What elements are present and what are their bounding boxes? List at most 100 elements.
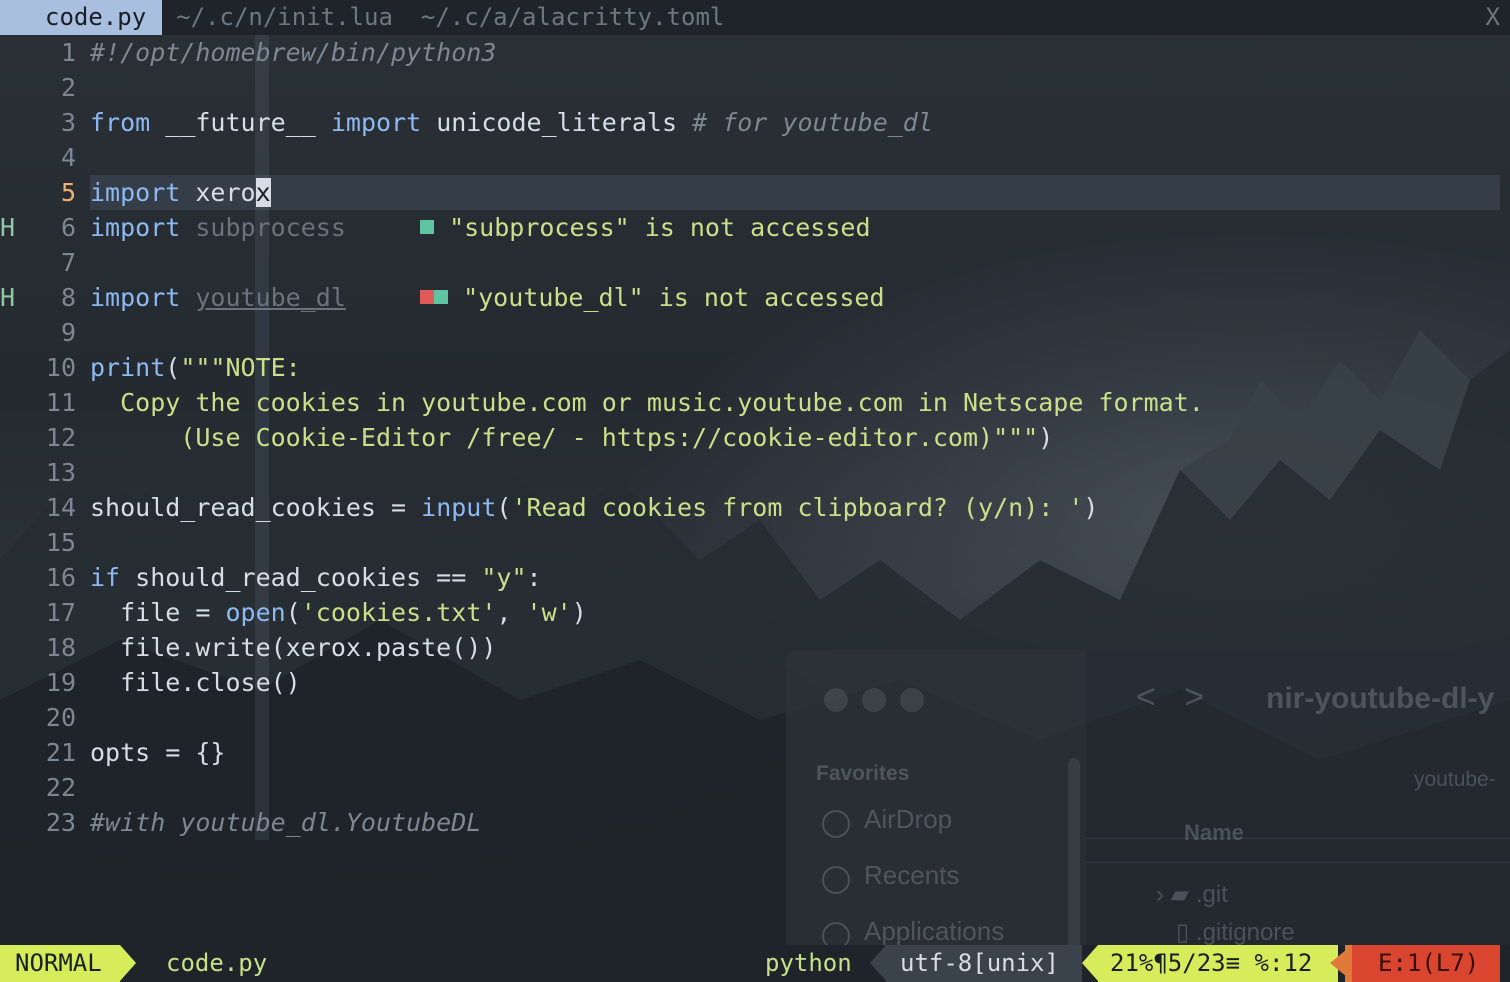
diagnostic-message: "youtube_dl" is not accessed <box>463 283 885 312</box>
code-line[interactable]: 23 #with youtube_dl.YoutubeDL <box>0 805 1510 840</box>
code-text: opts = {} <box>90 735 225 770</box>
code-line[interactable]: 20 <box>0 700 1510 735</box>
code-token: 'Read cookies from clipboard? (y/n): ' <box>511 493 1084 522</box>
code-text: (Use Cookie-Editor /free/ - https://cook… <box>90 420 1053 455</box>
code-text: import xerox <box>90 175 271 210</box>
line-number: 3 <box>60 108 76 137</box>
tabline: code.py ~/.c/n/init.lua ~/.c/a/alacritty… <box>0 0 1510 35</box>
mode-separator <box>120 945 136 981</box>
code-text: from __future__ import unicode_literals … <box>90 105 933 140</box>
code-token: ( <box>285 598 301 627</box>
code-text: import subprocess <box>90 210 346 245</box>
code-line[interactable]: 13 <box>0 455 1510 490</box>
position-separator <box>1082 945 1098 981</box>
line-number: 8 <box>60 283 76 312</box>
code-token: file.close() <box>90 668 301 697</box>
code-token: ) <box>1083 493 1099 522</box>
code-token: ) <box>571 598 587 627</box>
code-line[interactable]: 21 opts = {} <box>0 735 1510 770</box>
code-line[interactable]: 7 <box>0 245 1510 280</box>
code-token: opts = {} <box>90 738 226 767</box>
line-number: 20 <box>45 703 76 732</box>
code-token: import <box>90 178 181 207</box>
code-line[interactable]: 4 <box>0 140 1510 175</box>
status-filename: code.py <box>166 949 268 977</box>
diagnostic-message: "subprocess" is not accessed <box>449 213 871 242</box>
code-token: ( <box>496 493 512 522</box>
code-token: unicode_literals <box>421 108 693 137</box>
line-number: 23 <box>45 808 76 837</box>
tab-code-py[interactable]: code.py <box>0 0 163 35</box>
code-text: if should_read_cookies == "y": <box>90 560 542 595</box>
code-token: #with youtube_dl.YoutubeDL <box>90 808 482 837</box>
code-line[interactable]: 22 <box>0 770 1510 805</box>
code-token: 'w' <box>526 598 572 627</box>
code-token: (Use Cookie-Editor /free/ - https://cook… <box>90 423 1039 452</box>
code-text: Copy the cookies in youtube.com or music… <box>90 385 1204 420</box>
code-token: import <box>90 283 181 312</box>
code-token: # for youtube_dl <box>692 108 933 137</box>
line-number: 10 <box>45 353 76 382</box>
line-number: 22 <box>45 773 76 802</box>
code-token: #!/opt/homebrew/bin/python3 <box>90 38 497 67</box>
code-line[interactable]: 12 (Use Cookie-Editor /free/ - https://c… <box>0 420 1510 455</box>
code-line[interactable]: 5 import xerox <box>0 175 1510 210</box>
code-token: """NOTE: <box>180 353 301 382</box>
tab-alacritty-toml[interactable]: ~/.c/a/alacritty.toml <box>407 0 738 35</box>
code-token: "y" <box>481 563 527 592</box>
code-line[interactable]: 14 should_read_cookies = input('Read cook… <box>0 490 1510 525</box>
diagnostic-marker-icon <box>434 290 448 304</box>
code-text: #!/opt/homebrew/bin/python3 <box>90 35 496 70</box>
code-token: ) <box>1038 423 1054 452</box>
code-line[interactable]: H 8 import youtube_dl "youtube_dl" is not … <box>0 280 1510 315</box>
code-text: file.write(xerox.paste()) <box>90 630 496 665</box>
close-tab-button[interactable]: X <box>1486 0 1500 35</box>
code-line[interactable]: 9 <box>0 315 1510 350</box>
code-line[interactable]: 3 from __future__ import unicode_literals… <box>0 105 1510 140</box>
code-token: __future__ <box>150 108 331 137</box>
sign-column: H <box>0 283 16 312</box>
code-line[interactable]: 2 <box>0 70 1510 105</box>
code-text: import youtube_dl <box>90 280 346 315</box>
code-token: file = <box>90 598 226 627</box>
line-number: 1 <box>60 38 76 67</box>
line-number: 11 <box>45 388 76 417</box>
code-text: file.close() <box>90 665 301 700</box>
line-number: 16 <box>45 563 76 592</box>
editor-pane[interactable]: 1 #!/opt/homebrew/bin/python3 2 3 from __fut… <box>0 35 1510 945</box>
tab-init-lua[interactable]: ~/.c/n/init.lua <box>162 0 407 35</box>
code-line[interactable]: 15 <box>0 525 1510 560</box>
line-number: 12 <box>45 423 76 452</box>
mode-indicator: NORMAL <box>0 945 120 982</box>
code-text: file = open('cookies.txt', 'w') <box>90 595 587 630</box>
code-token: from <box>90 108 151 137</box>
line-number: 9 <box>60 318 76 347</box>
code-line[interactable]: 16 if should_read_cookies == "y": <box>0 560 1510 595</box>
code-line[interactable]: 17 file = open('cookies.txt', 'w') <box>0 595 1510 630</box>
line-number: 15 <box>45 528 76 557</box>
statusline: NORMAL code.py python utf-8[unix] 21%¶5/… <box>0 945 1510 982</box>
text-cursor: x <box>255 178 271 207</box>
encoding-separator <box>870 945 886 981</box>
code-line[interactable]: 18 file.write(xerox.paste()) <box>0 630 1510 665</box>
code-token: : <box>526 563 542 592</box>
line-number: 13 <box>45 458 76 487</box>
diagnostic-marker-icon <box>420 220 434 234</box>
line-number: 6 <box>60 213 76 242</box>
code-line[interactable]: 1 #!/opt/homebrew/bin/python3 <box>0 35 1510 70</box>
status-errors: E:1(L7) <box>1352 945 1500 982</box>
code-line[interactable]: 10 print("""NOTE: <box>0 350 1510 385</box>
code-text: print("""NOTE: <box>90 350 301 385</box>
code-token: should_read_cookies == <box>120 563 482 592</box>
line-number: 18 <box>45 633 76 662</box>
line-number: 7 <box>60 248 76 277</box>
diagnostic-virtual-text: "youtube_dl" is not accessed <box>420 280 885 315</box>
code-token: , <box>496 598 527 627</box>
code-token: open <box>225 598 286 627</box>
code-line[interactable]: 19 file.close() <box>0 665 1510 700</box>
code-token: input <box>421 493 497 522</box>
code-line[interactable]: 11 Copy the cookies in youtube.com or mu… <box>0 385 1510 420</box>
code-line[interactable]: H 6 import subprocess "subprocess" is not … <box>0 210 1510 245</box>
line-number: 17 <box>45 598 76 627</box>
